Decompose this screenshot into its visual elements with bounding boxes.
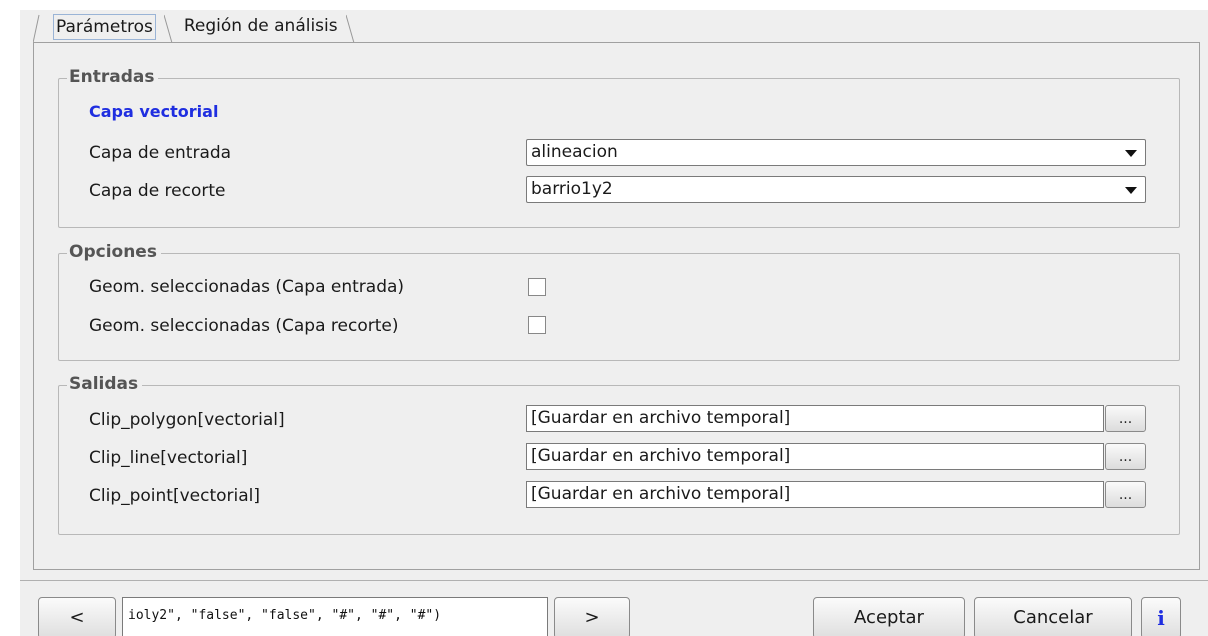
opciones-title: Opciones (67, 241, 161, 263)
left-margin (0, 0, 20, 636)
accept-button[interactable]: Aceptar (813, 597, 965, 636)
next-button[interactable]: > (554, 597, 630, 636)
clip-line-value: [Guardar en archivo temporal] (531, 446, 791, 466)
clip-point-browse-button[interactable]: ... (1105, 481, 1146, 508)
opciones-group: Opciones Geom. seleccionadas (Capa entra… (58, 241, 1180, 361)
chevron-down-icon (1125, 150, 1137, 157)
capa-recorte-select[interactable]: barrio1y2 (526, 176, 1146, 203)
clip-line-field[interactable]: [Guardar en archivo temporal] (526, 443, 1104, 470)
clip-polygon-value: [Guardar en archivo temporal] (531, 408, 791, 428)
info-icon: i (1157, 606, 1165, 630)
geom-sel-entrada-checkbox[interactable] (528, 278, 546, 296)
salidas-title: Salidas (67, 373, 143, 395)
clip-polygon-field[interactable]: [Guardar en archivo temporal] (526, 405, 1104, 432)
bottom-divider (20, 580, 1208, 581)
clip-polygon-browse-button[interactable]: ... (1105, 405, 1146, 432)
tab-divider-icon (33, 11, 45, 43)
top-margin (0, 0, 1208, 10)
clip-point-field[interactable]: [Guardar en archivo temporal] (526, 481, 1104, 508)
chevron-down-icon (1125, 187, 1137, 194)
capa-recorte-label: Capa de recorte (89, 181, 226, 201)
geom-sel-entrada-label: Geom. seleccionadas (Capa entrada) (89, 277, 405, 297)
capa-vectorial-heading: Capa vectorial (89, 102, 219, 121)
clip-line-browse-button[interactable]: ... (1105, 443, 1146, 470)
tab-parametros-label: Parámetros (53, 14, 156, 40)
tab-bar: Parámetros Región de análisis (33, 11, 358, 43)
tab-divider-icon (163, 11, 176, 43)
command-field[interactable]: ioly2", "false", "false", "#", "#", "#") (122, 597, 548, 636)
info-button[interactable]: i (1141, 597, 1181, 636)
entradas-group: Entradas Capa vectorial Capa de entrada … (58, 66, 1180, 228)
tab-region-analisis[interactable]: Región de análisis (176, 11, 346, 43)
capa-recorte-value: barrio1y2 (531, 179, 613, 199)
capa-entrada-value: alineacion (531, 142, 618, 162)
tab-parametros[interactable]: Parámetros (45, 11, 164, 43)
clip-point-value: [Guardar en archivo temporal] (531, 484, 791, 504)
salidas-group: Salidas Clip_polygon[vectorial] [Guardar… (58, 373, 1180, 535)
capa-entrada-select[interactable]: alineacion (526, 139, 1146, 166)
geom-sel-recorte-checkbox[interactable] (528, 316, 546, 334)
previous-button[interactable]: < (38, 597, 116, 636)
clip-point-label: Clip_point[vectorial] (89, 486, 261, 506)
geom-sel-recorte-label: Geom. seleccionadas (Capa recorte) (89, 316, 399, 336)
tab-region-analisis-label: Región de análisis (183, 16, 338, 36)
clip-line-label: Clip_line[vectorial] (89, 448, 248, 468)
cancel-button[interactable]: Cancelar (974, 597, 1132, 636)
clip-polygon-label: Clip_polygon[vectorial] (89, 410, 285, 430)
capa-entrada-label: Capa de entrada (89, 143, 232, 163)
parameters-panel: Entradas Capa vectorial Capa de entrada … (33, 42, 1200, 570)
tab-divider-icon (345, 11, 358, 43)
entradas-title: Entradas (67, 66, 159, 88)
